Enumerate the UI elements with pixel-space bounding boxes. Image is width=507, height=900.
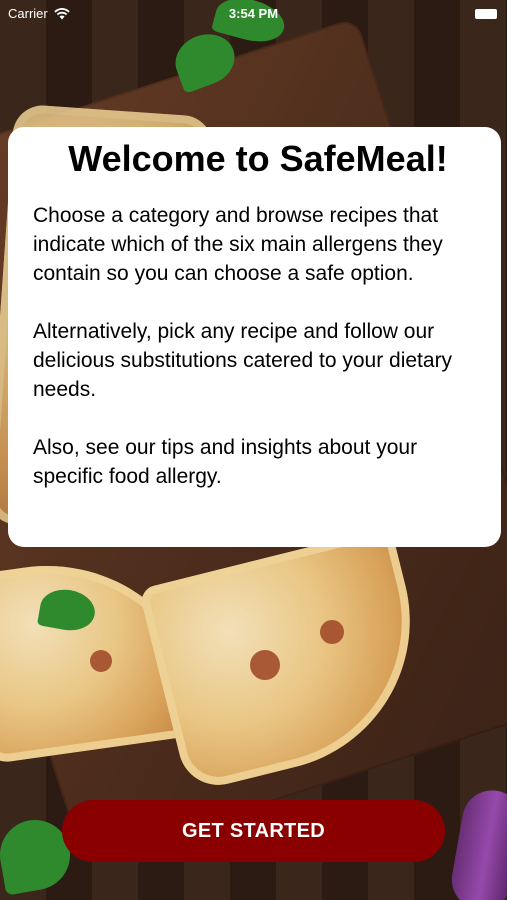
sauce-spot: [320, 620, 344, 644]
get-started-button[interactable]: GET STARTED: [62, 800, 445, 862]
welcome-paragraph-categories: Choose a category and browse recipes tha…: [33, 204, 443, 285]
status-bar: Carrier 3:54 PM: [0, 0, 507, 28]
welcome-card: Welcome to SafeMeal! Choose a category a…: [8, 127, 501, 547]
welcome-title: Welcome to SafeMeal!: [68, 138, 448, 179]
carrier-indicator: Carrier: [8, 6, 70, 21]
carrier-label: Carrier: [8, 6, 48, 21]
red-onion: [447, 785, 507, 900]
status-time: 3:54 PM: [228, 6, 279, 21]
welcome-screen: Carrier 3:54 PM Welcome to SafeMeal! Cho…: [0, 0, 507, 900]
welcome-paragraph-tips: Also, see our tips and insights about yo…: [33, 436, 418, 488]
welcome-paragraph-substitutions: Alternatively, pick any recipe and follo…: [33, 320, 453, 401]
sauce-spot: [90, 650, 112, 672]
battery-icon: [475, 9, 497, 19]
welcome-description: Choose a category and browse recipes tha…: [33, 201, 483, 491]
wifi-icon: [54, 7, 70, 20]
sauce-spot: [250, 650, 280, 680]
